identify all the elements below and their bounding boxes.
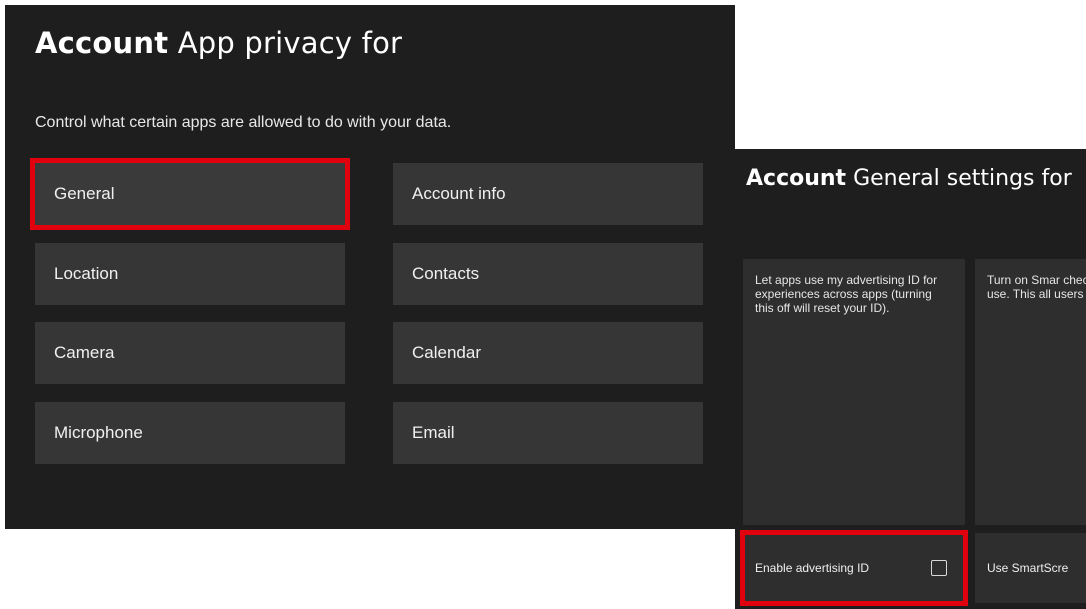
general-settings-panel: Account General settings for Let apps us… — [735, 149, 1086, 609]
app-privacy-panel: Account App privacy for Control what cer… — [5, 5, 735, 529]
tile-calendar[interactable]: Calendar — [393, 322, 703, 384]
smartscreen-text: Turn on Smar check web co apps use. This… — [987, 273, 1086, 301]
tile-label: Calendar — [412, 343, 481, 362]
advertising-id-checkbox[interactable] — [931, 560, 947, 576]
general-settings-title: Account General settings for — [746, 164, 1072, 194]
tile-camera[interactable]: Camera — [35, 322, 345, 384]
tile-label: Email — [412, 423, 455, 442]
tile-label: Account info — [412, 184, 506, 203]
tile-email[interactable]: Email — [393, 402, 703, 464]
smartscreen-toggle-label: Use SmartScre — [987, 561, 1069, 575]
tile-label: Microphone — [54, 423, 143, 442]
title-account: Account — [35, 26, 169, 60]
advertising-toggle-label: Enable advertising ID — [755, 561, 870, 575]
tile-label: Camera — [54, 343, 115, 362]
title-account: Account — [746, 166, 847, 191]
title-general-settings: General settings for — [853, 166, 1072, 191]
advertising-id-text: Let apps use my advertising ID for exper… — [755, 273, 938, 315]
tile-microphone[interactable]: Microphone — [35, 402, 345, 464]
tile-location[interactable]: Location — [35, 243, 345, 305]
use-smartscreen-toggle[interactable]: Use SmartScre — [975, 533, 1086, 603]
page-description: Control what certain apps are allowed to… — [35, 114, 452, 131]
title-app-privacy: App privacy for — [177, 26, 403, 60]
tile-account-info[interactable]: Account info — [393, 163, 703, 225]
page-title: Account App privacy for — [35, 23, 402, 63]
tile-label: General — [54, 184, 115, 203]
tile-label: Contacts — [412, 264, 480, 283]
tile-contacts[interactable]: Contacts — [393, 243, 703, 305]
enable-advertising-id-toggle[interactable]: Enable advertising ID — [740, 530, 968, 606]
tile-label: Location — [54, 264, 119, 283]
tile-general[interactable]: General — [30, 158, 350, 230]
smartscreen-description: Turn on Smar check web co apps use. This… — [975, 259, 1086, 525]
advertising-id-description: Let apps use my advertising ID for exper… — [743, 259, 965, 525]
